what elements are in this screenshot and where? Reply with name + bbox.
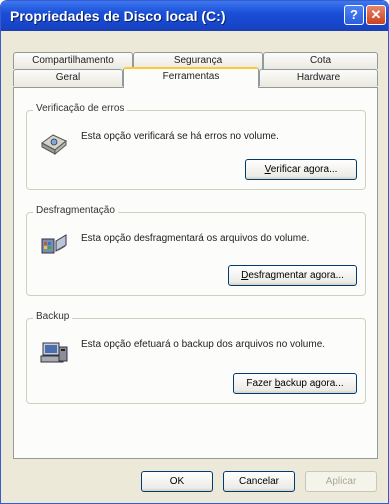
- help-button[interactable]: ?: [344, 5, 364, 25]
- check-now-button[interactable]: Verificar agora...: [245, 159, 357, 180]
- tab-label: Hardware: [296, 72, 341, 83]
- tab-label: Ferramentas: [162, 71, 220, 82]
- tab-cota[interactable]: Cota: [263, 52, 378, 69]
- tab-ferramentas[interactable]: Ferramentas: [123, 67, 259, 88]
- group-title: Backup: [33, 311, 73, 322]
- window-title: Propriedades de Disco local (C:): [10, 8, 226, 24]
- disk-check-icon: [41, 134, 67, 156]
- tools-panel: Verificação de erros Esta opção verifica…: [13, 87, 378, 459]
- button-label: erificar agora...: [270, 164, 338, 175]
- tab-label: Segurança: [173, 55, 223, 66]
- group-title: Verificação de erros: [33, 103, 128, 114]
- backup-now-button[interactable]: Fazer backup agora...: [233, 373, 357, 394]
- properties-dialog: Propriedades de Disco local (C:) ? ✕ Com…: [0, 0, 389, 504]
- error-checking-group: Verificação de erros Esta opção verifica…: [26, 103, 366, 190]
- close-button[interactable]: ✕: [366, 5, 386, 25]
- tab-label: Compartilhamento: [32, 55, 114, 66]
- ok-button[interactable]: OK: [141, 471, 213, 492]
- defragment-now-button[interactable]: Desfragmentar agora...: [228, 265, 357, 286]
- backup-icon: [40, 342, 68, 363]
- backup-group: Backup Esta opção efetuará o backup dos …: [26, 311, 366, 404]
- tab-geral[interactable]: Geral: [13, 69, 123, 86]
- defrag-group: Desfragmentação Esta opção desfragmentar…: [26, 205, 366, 296]
- tab-label: Geral: [55, 72, 81, 83]
- button-label-prefix: Fazer: [246, 378, 275, 389]
- tab-compartilhamento[interactable]: Compartilhamento: [13, 52, 133, 69]
- button-label: ackup agora...: [280, 378, 344, 389]
- tab-label: Cota: [309, 55, 332, 66]
- apply-button[interactable]: Aplicar: [305, 471, 377, 492]
- backup-description: Esta opção efetuará o backup dos arquivo…: [81, 339, 326, 350]
- tab-hardware[interactable]: Hardware: [259, 69, 378, 86]
- title-bar[interactable]: Propriedades de Disco local (C:) ? ✕: [1, 1, 388, 31]
- error-checking-description: Esta opção verificará se há erros no vol…: [81, 131, 279, 142]
- button-label: esfragmentar agora...: [248, 270, 344, 281]
- group-title: Desfragmentação: [33, 205, 118, 216]
- cancel-button[interactable]: Cancelar: [223, 471, 295, 492]
- defrag-icon: [41, 234, 67, 254]
- defrag-description: Esta opção desfragmentará os arquivos do…: [81, 233, 310, 244]
